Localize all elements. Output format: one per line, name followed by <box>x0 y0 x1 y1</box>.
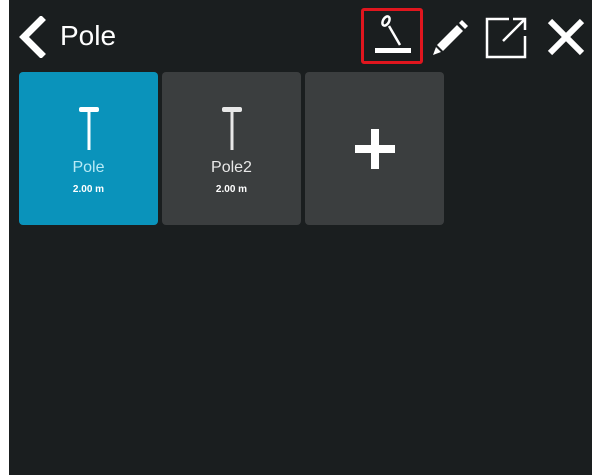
tile-name: Pole <box>72 159 105 176</box>
pole-tile[interactable]: Pole2 2.00 m <box>162 72 301 225</box>
pole-tool-button[interactable] <box>361 8 423 64</box>
close-button[interactable] <box>543 8 589 64</box>
tile-name: Pole2 <box>211 159 252 176</box>
chevron-left-icon[interactable] <box>15 15 49 59</box>
pole-tile-selected[interactable]: Pole 2.00 m <box>19 72 158 225</box>
close-icon <box>547 18 585 56</box>
pole-icon <box>78 107 99 150</box>
pencil-icon <box>433 20 468 55</box>
add-pole-tile[interactable] <box>305 72 444 225</box>
pole-screen: Pole Pole 2.00 m Pole2 2.00 m <box>9 0 592 475</box>
page-title: Pole <box>60 20 117 51</box>
pole-tool-icon <box>375 15 411 53</box>
tile-length: 2.00 m <box>72 184 105 195</box>
header-bar: Pole <box>9 0 592 70</box>
plus-icon <box>354 129 395 169</box>
tile-length: 2.00 m <box>215 184 248 195</box>
pole-icon <box>221 107 242 150</box>
edit-button[interactable] <box>427 8 471 64</box>
external-link-icon <box>485 17 527 59</box>
export-button[interactable] <box>481 8 531 64</box>
